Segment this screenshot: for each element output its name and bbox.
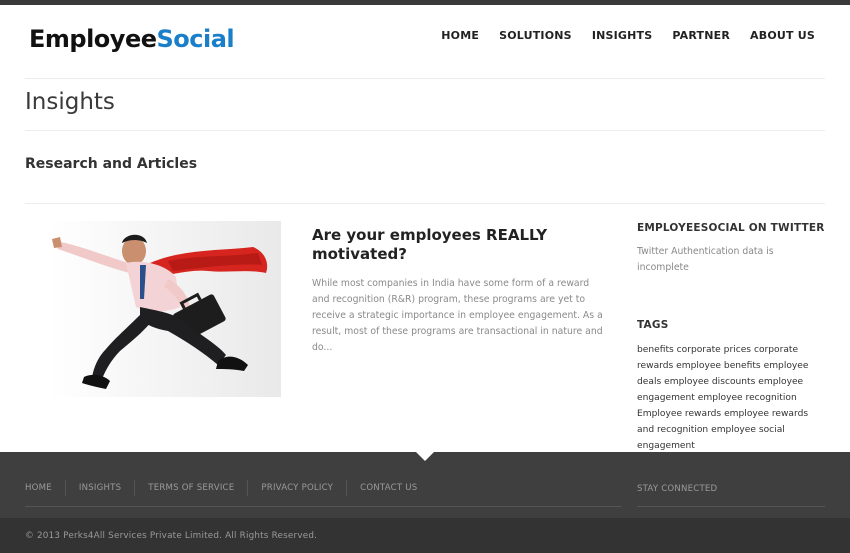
footer-pointer: [416, 452, 434, 461]
nav-about-us[interactable]: ABOUT US: [750, 29, 815, 42]
footer-link-home[interactable]: HOME: [25, 483, 52, 493]
footer-separator: [247, 480, 249, 496]
footer-link-privacy[interactable]: PRIVACY POLICY: [261, 483, 333, 493]
tag-link[interactable]: employee recognition: [698, 393, 797, 403]
footer-separator: [134, 480, 136, 496]
copyright-text: © 2013 Perks4All Services Private Limite…: [25, 531, 318, 541]
section-title: Research and Articles: [25, 156, 198, 172]
site-header: EmployeeSocial HOME SOLUTIONS INSIGHTS P…: [0, 5, 850, 78]
divider: [25, 130, 825, 131]
footer-nav: HOME INSIGHTS TERMS OF SERVICE PRIVACY P…: [25, 480, 417, 496]
twitter-heading: EMPLOYEESOCIAL ON TWITTER: [637, 222, 825, 234]
stay-connected-heading: STAY CONNECTED: [637, 484, 718, 494]
tag-link[interactable]: employee benefits: [676, 361, 761, 371]
logo-text-social: Social: [156, 25, 235, 53]
article-title[interactable]: Are your employees REALLY motivated?: [312, 226, 602, 264]
divider: [25, 78, 825, 79]
tag-link[interactable]: benefits: [637, 345, 674, 355]
tag-link[interactable]: Employee rewards: [637, 409, 721, 419]
tags-heading: TAGS: [637, 319, 669, 331]
tag-link[interactable]: employee discounts: [664, 377, 755, 387]
page-title: Insights: [25, 89, 115, 115]
footer-separator: [64, 480, 66, 496]
logo-text-employee: Employee: [29, 25, 157, 53]
nav-solutions[interactable]: SOLUTIONS: [499, 29, 572, 42]
tag-link[interactable]: corporate prices: [677, 345, 751, 355]
tag-cloud: benefits corporate prices corporate rewa…: [637, 342, 827, 454]
nav-insights[interactable]: INSIGHTS: [592, 29, 653, 42]
article-image[interactable]: [48, 221, 281, 397]
footer-separator: [346, 480, 348, 496]
divider: [25, 203, 825, 204]
footer-divider: [637, 506, 825, 507]
nav-home[interactable]: HOME: [441, 29, 479, 42]
site-logo[interactable]: EmployeeSocial: [29, 25, 235, 53]
nav-partner[interactable]: PARTNER: [672, 29, 730, 42]
footer-link-terms[interactable]: TERMS OF SERVICE: [148, 483, 234, 493]
footer-link-insights[interactable]: INSIGHTS: [79, 483, 121, 493]
footer-link-contact[interactable]: CONTACT US: [360, 483, 417, 493]
main-nav: HOME SOLUTIONS INSIGHTS PARTNER ABOUT US: [441, 29, 815, 42]
twitter-note: Twitter Authentication data is incomplet…: [637, 246, 774, 273]
footer-divider: [25, 506, 621, 507]
article-excerpt: While most companies in India have some …: [312, 278, 603, 353]
